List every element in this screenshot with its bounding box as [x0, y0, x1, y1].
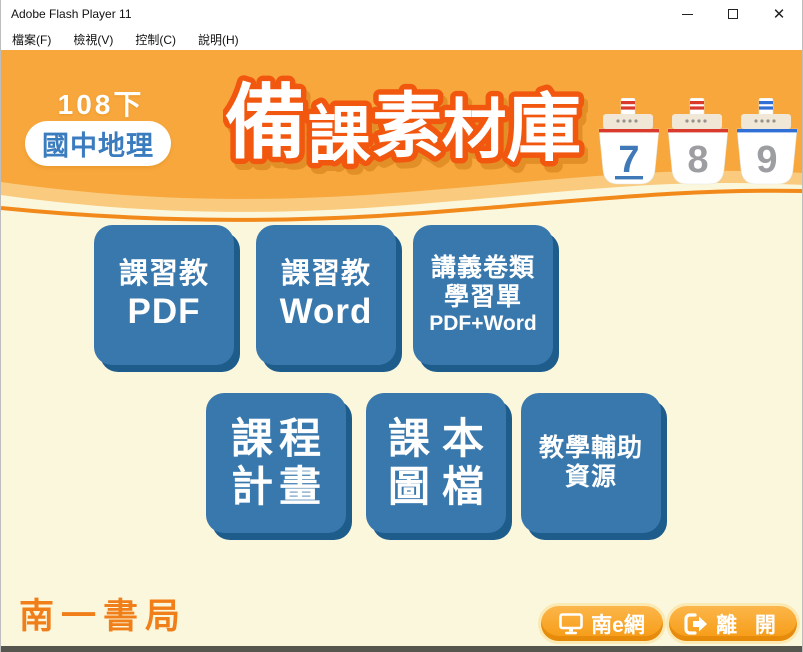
close-button[interactable]: ✕	[756, 0, 802, 28]
nan-e-web-button[interactable]: 南e網	[541, 606, 663, 641]
svg-text:8: 8	[687, 139, 708, 181]
monitor-icon	[559, 612, 583, 634]
window-controls: ✕	[664, 0, 802, 28]
button-textbook-pdf[interactable]: 課習教 PDF	[94, 225, 234, 365]
exit-label: 離 開	[716, 613, 782, 637]
window-titlebar: Adobe Flash Player 11 ✕	[1, 0, 802, 28]
menu-help[interactable]: 說明(H)	[195, 29, 242, 50]
maximize-icon	[728, 9, 738, 19]
menu-control[interactable]: 控制(C)	[132, 29, 179, 50]
button-label: 課習教	[280, 258, 371, 291]
menu-view[interactable]: 檢視(V)	[70, 29, 116, 50]
button-label: PDF+Word	[429, 311, 537, 335]
button-label: 課程	[230, 414, 327, 462]
exit-button[interactable]: 離 開	[669, 606, 797, 641]
flash-stage: 108下 國中地理 備 課 素 材 庫 備 課 素 材 庫 7 8 9 課習教 …	[1, 50, 802, 652]
button-label: 課習教	[118, 258, 209, 291]
window-title: Adobe Flash Player 11	[11, 7, 132, 21]
window-bottom-edge	[1, 646, 802, 652]
button-curriculum-plan[interactable]: 課程 計畫	[206, 393, 346, 533]
button-label: 講義卷類	[430, 254, 535, 283]
boat-volume-7[interactable]: 7	[598, 98, 660, 188]
button-teaching-resources[interactable]: 教學輔助 資源	[521, 393, 661, 533]
button-handouts-worksheets[interactable]: 講義卷類 學習單 PDF+Word	[413, 225, 553, 365]
button-textbook-word[interactable]: 課習教 Word	[256, 225, 396, 365]
minimize-icon	[681, 13, 693, 15]
svg-text:9: 9	[756, 139, 777, 181]
subject-badge: 國中地理	[25, 121, 171, 166]
boat-volume-8[interactable]: 8	[667, 98, 729, 188]
button-label: PDF	[127, 291, 201, 331]
button-label: 資源	[564, 463, 617, 491]
close-icon: ✕	[772, 5, 786, 23]
app-logo-title: 備 課 素 材 庫 備 課 素 材 庫	[223, 72, 588, 177]
button-label: 教學輔助	[538, 434, 643, 463]
boat-volume-9[interactable]: 9	[736, 98, 798, 188]
button-label: 學習單	[443, 282, 522, 311]
flash-player-window: Adobe Flash Player 11 ✕ 檔案(F) 檢視(V) 控制(C…	[0, 0, 803, 652]
volume-boats: 7 8 9	[598, 98, 798, 188]
minimize-button[interactable]	[664, 0, 710, 28]
button-textbook-images[interactable]: 課本 圖檔	[366, 393, 506, 533]
button-label: 課本	[387, 414, 496, 462]
maximize-button[interactable]	[710, 0, 756, 28]
publisher-logo: 南一書局	[19, 597, 188, 636]
button-label: 圖檔	[387, 463, 496, 510]
edition-label: 108下	[57, 89, 145, 120]
button-label: Word	[279, 291, 373, 331]
exit-icon	[684, 612, 708, 635]
menu-bar: 檔案(F) 檢視(V) 控制(C) 說明(H)	[1, 28, 802, 50]
nan-e-web-label: 南e網	[591, 613, 645, 637]
button-label: 計畫	[230, 463, 327, 510]
svg-text:7: 7	[618, 139, 639, 181]
menu-file[interactable]: 檔案(F)	[9, 29, 54, 50]
svg-text:備 課 素: 備 課 素 材 庫	[225, 77, 582, 171]
